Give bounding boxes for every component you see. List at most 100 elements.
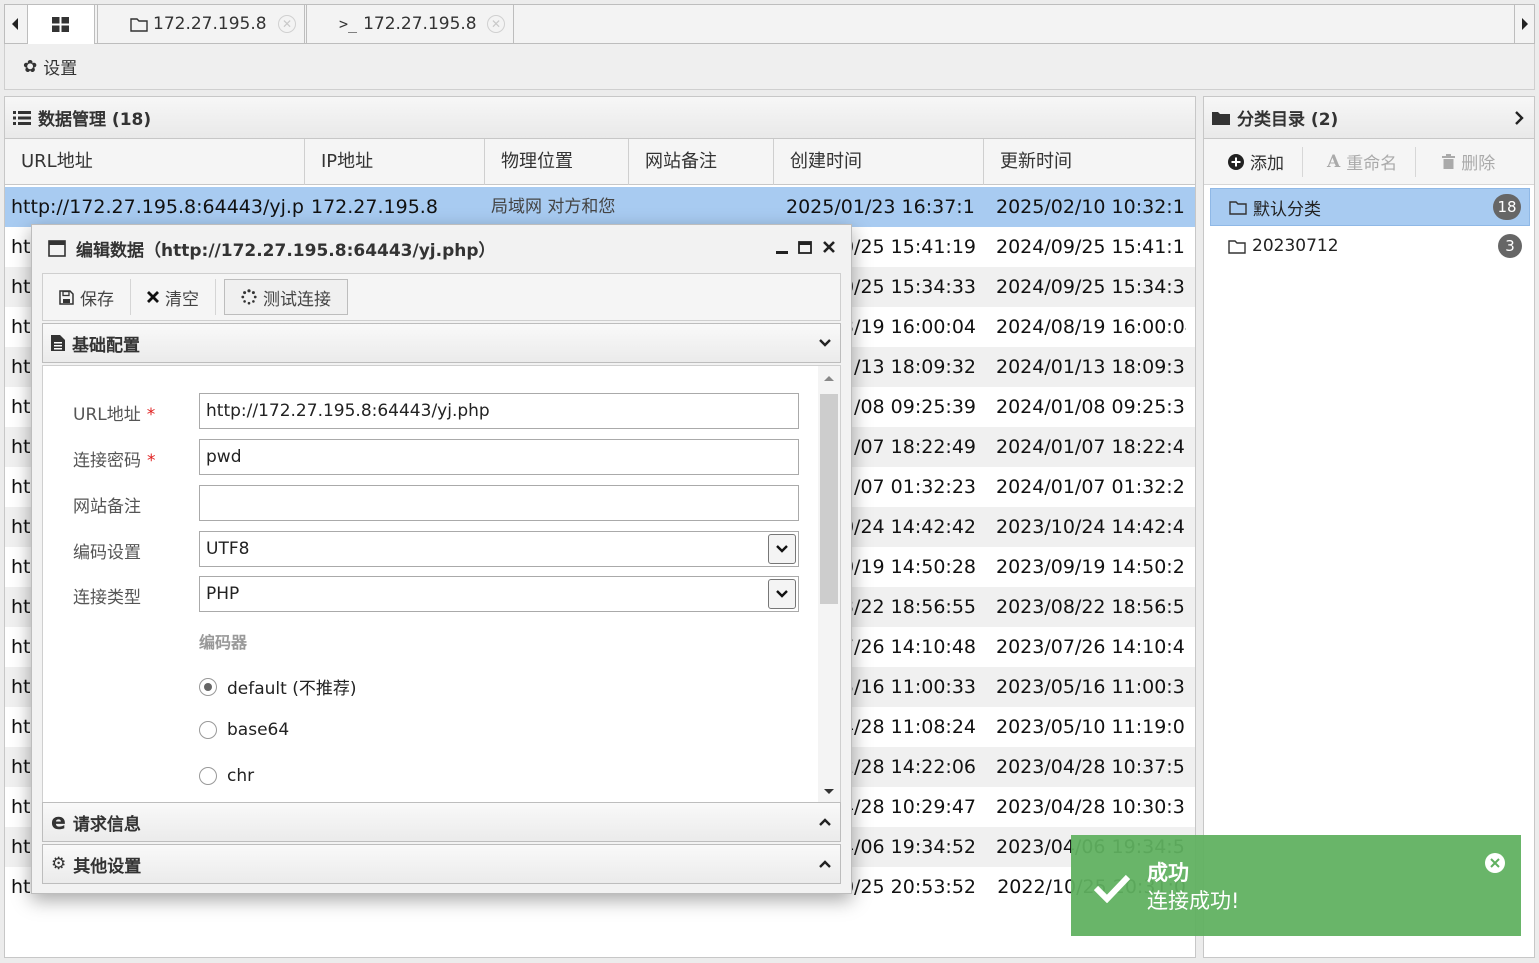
column-header-updated[interactable]: 更新时间 — [984, 139, 1195, 185]
spinner-icon — [241, 289, 257, 305]
type-select[interactable]: PHP — [199, 576, 799, 612]
success-toast: 成功 连接成功! — [1071, 835, 1521, 936]
cell-updated: 2023/05/10 11:19:01 — [996, 716, 1186, 738]
rename-category-button[interactable]: A 重命名 — [1303, 146, 1417, 177]
test-connection-button[interactable]: 测试连接 — [224, 279, 348, 315]
encoder-option-chr[interactable]: chr — [199, 766, 254, 786]
tab-terminal[interactable]: >_ 172.27.195.8 ✕ — [306, 5, 514, 43]
add-category-button[interactable]: 添加 — [1204, 146, 1303, 177]
category-panel-header: 分类目录 (2) — [1204, 97, 1534, 139]
cell-updated: 2024/08/19 16:00:04 — [996, 316, 1186, 338]
scroll-up-icon[interactable] — [818, 372, 840, 384]
password-label: 连接密码 * — [73, 451, 156, 471]
scrollbar-thumb[interactable] — [820, 394, 838, 604]
url-input[interactable]: http://172.27.195.8:64443/yj.php — [199, 393, 799, 429]
window-icon — [48, 239, 66, 257]
tab-scroll-right-button[interactable] — [1514, 5, 1534, 43]
encoding-select[interactable]: UTF8 — [199, 531, 799, 567]
radio-unselected[interactable] — [199, 721, 217, 739]
grid-header: URL地址 IP地址 物理位置 网站备注 创建时间 更新时间 — [5, 139, 1195, 185]
tab-scroll-left-button[interactable] — [5, 5, 25, 43]
dialog-titlebar[interactable]: 编辑数据（http://172.27.195.8:64443/yj.php） — [32, 225, 851, 271]
column-header-location[interactable]: 物理位置 — [485, 139, 629, 185]
checkmark-icon — [1093, 874, 1131, 903]
encoder-group-label: 编码器 — [199, 633, 248, 652]
column-header-created[interactable]: 创建时间 — [774, 139, 984, 185]
cell-updated: 2024/09/25 15:41:19 — [996, 236, 1186, 258]
chevron-down-icon — [819, 339, 831, 347]
form-scrollbar[interactable] — [818, 366, 840, 802]
close-icon[interactable]: ✕ — [278, 15, 296, 33]
tab-label: 172.27.195.8 — [153, 14, 267, 34]
cell-loc: 局域网 对方和您 — [491, 197, 616, 217]
chevron-down-icon — [776, 590, 788, 598]
category-label: 默认分类 — [1253, 199, 1321, 220]
encoder-option-default[interactable]: default (不推荐) — [199, 674, 356, 699]
toast-message: 连接成功! — [1147, 889, 1240, 913]
cell-updated: 2023/04/28 10:37:51 — [996, 756, 1186, 778]
column-header-ip[interactable]: IP地址 — [305, 139, 485, 185]
delete-category-button[interactable]: 删除 — [1416, 147, 1513, 177]
delete-label: 删除 — [1461, 154, 1496, 174]
save-button[interactable]: 保存 — [43, 279, 131, 315]
toast-title: 成功 — [1147, 861, 1189, 885]
tab-file-manager[interactable]: 172.27.195.8 ✕ — [97, 5, 305, 43]
close-icon[interactable]: ✕ — [487, 15, 505, 33]
maximize-button[interactable] — [795, 237, 815, 257]
close-icon — [823, 241, 835, 253]
data-panel-header: 数据管理 (18) — [5, 97, 1195, 139]
clear-button[interactable]: 清空 — [131, 279, 216, 315]
grid-icon — [52, 16, 69, 32]
font-icon: A — [1327, 151, 1341, 172]
count-badge: 18 — [1493, 194, 1521, 220]
encoder-option-base64[interactable]: base64 — [199, 720, 289, 740]
data-panel-title: 数据管理 (18) — [38, 110, 152, 130]
folder-icon — [1229, 200, 1247, 215]
table-row[interactable]: http://172.27.195.8:64443/yj.php 172.27.1… — [5, 187, 1195, 227]
password-input[interactable]: pwd — [199, 439, 799, 475]
tab-bar: 172.27.195.8 ✕ >_ 172.27.195.8 ✕ — [4, 4, 1535, 44]
note-input[interactable] — [199, 485, 799, 521]
column-header-note[interactable]: 网站备注 — [629, 139, 774, 185]
type-label: 连接类型 — [73, 588, 141, 608]
test-connection-label: 测试连接 — [263, 289, 331, 310]
cell-url: http://172.27.195.8:64443/yj.php — [11, 196, 303, 218]
minimize-icon — [776, 251, 788, 254]
cell-updated: 2023/10/24 14:42:42 — [996, 516, 1186, 538]
chevron-down-icon — [776, 545, 788, 553]
select-dropdown-button[interactable] — [768, 534, 796, 564]
chevron-right-icon[interactable] — [1514, 111, 1524, 125]
select-dropdown-button[interactable] — [768, 579, 796, 609]
radio-selected[interactable] — [199, 677, 217, 696]
cell-created: 2025/01/23 16:37:16 — [786, 196, 976, 218]
settings-button[interactable]: ✿ 设置 — [23, 54, 77, 80]
category-toolbar: 添加 A 重命名 删除 — [1204, 139, 1534, 185]
section-other-settings[interactable]: ⚙ 其他设置 — [42, 844, 841, 884]
toast-close-button[interactable] — [1485, 853, 1505, 873]
note-label: 网站备注 — [73, 497, 141, 517]
cell-updated: 2024/01/13 18:09:32 — [996, 356, 1186, 378]
section-title: 基础配置 — [72, 335, 140, 356]
type-value: PHP — [206, 584, 240, 604]
cell-updated: 2023/08/22 18:56:55 — [996, 596, 1186, 618]
chevron-up-icon — [819, 860, 831, 868]
column-header-url[interactable]: URL地址 — [5, 139, 305, 185]
minimize-button[interactable] — [772, 237, 792, 257]
rename-label: 重命名 — [1346, 154, 1398, 174]
tab-home[interactable] — [27, 5, 95, 44]
close-button[interactable] — [819, 237, 839, 257]
section-request-info[interactable]: e 请求信息 — [42, 802, 841, 842]
section-basic-config[interactable]: 基础配置 — [42, 323, 841, 363]
category-item-20230712[interactable]: 20230712 3 — [1210, 227, 1530, 265]
tab-label: 172.27.195.8 — [363, 14, 477, 34]
radio-label: chr — [227, 766, 255, 786]
scroll-down-icon[interactable] — [818, 786, 840, 798]
category-item-default[interactable]: 默认分类 18 — [1210, 188, 1530, 226]
cell-updated: 2023/04/28 10:30:31 — [996, 796, 1186, 818]
section-title: 请求信息 — [72, 814, 141, 835]
folder-icon — [130, 17, 148, 32]
category-label: 20230712 — [1252, 236, 1339, 256]
trash-icon — [1442, 154, 1456, 169]
folder-icon — [1212, 111, 1230, 125]
radio-unselected[interactable] — [199, 767, 217, 785]
